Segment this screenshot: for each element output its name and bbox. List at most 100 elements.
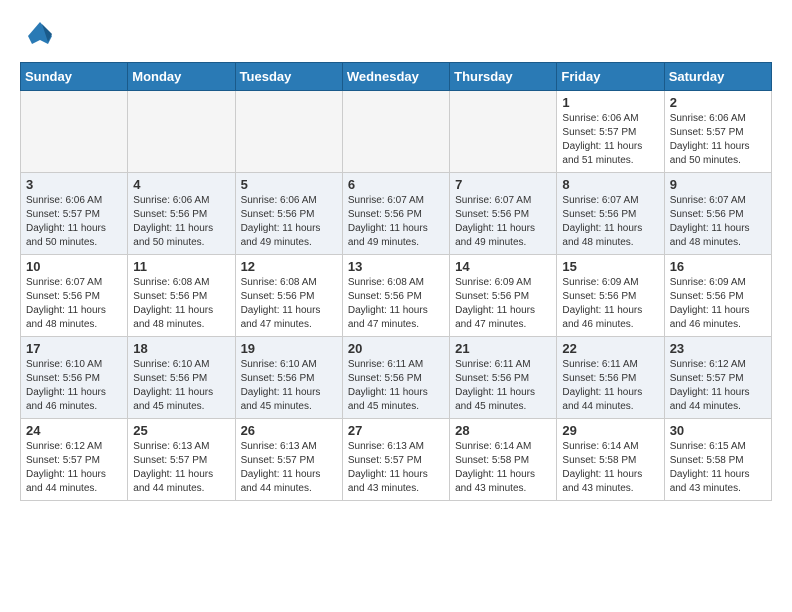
day-number: 25 xyxy=(133,423,229,438)
day-number: 28 xyxy=(455,423,551,438)
calendar-cell: 27 Sunrise: 6:13 AM Sunset: 5:57 PM Dayli… xyxy=(342,419,449,501)
day-info: Sunrise: 6:08 AM Sunset: 5:56 PM Dayligh… xyxy=(241,276,337,332)
weekday-header-monday: Monday xyxy=(128,63,235,91)
day-number: 24 xyxy=(26,423,122,438)
day-info: Sunrise: 6:09 AM Sunset: 5:56 PM Dayligh… xyxy=(455,276,551,332)
day-number: 12 xyxy=(241,259,337,274)
day-number: 26 xyxy=(241,423,337,438)
calendar-cell: 14 Sunrise: 6:09 AM Sunset: 5:56 PM Dayli… xyxy=(450,255,557,337)
day-number: 21 xyxy=(455,341,551,356)
day-number: 11 xyxy=(133,259,229,274)
calendar-week-2: 10 Sunrise: 6:07 AM Sunset: 5:56 PM Dayli… xyxy=(21,255,772,337)
calendar-cell: 26 Sunrise: 6:13 AM Sunset: 5:57 PM Dayli… xyxy=(235,419,342,501)
calendar-cell: 21 Sunrise: 6:11 AM Sunset: 5:56 PM Dayli… xyxy=(450,337,557,419)
calendar-cell xyxy=(235,91,342,173)
day-info: Sunrise: 6:10 AM Sunset: 5:56 PM Dayligh… xyxy=(26,358,122,414)
day-number: 10 xyxy=(26,259,122,274)
calendar-cell xyxy=(128,91,235,173)
logo xyxy=(20,16,60,52)
day-number: 19 xyxy=(241,341,337,356)
day-info: Sunrise: 6:11 AM Sunset: 5:56 PM Dayligh… xyxy=(562,358,658,414)
day-number: 23 xyxy=(670,341,766,356)
calendar-cell: 2 Sunrise: 6:06 AM Sunset: 5:57 PM Daylig… xyxy=(664,91,771,173)
day-info: Sunrise: 6:08 AM Sunset: 5:56 PM Dayligh… xyxy=(348,276,444,332)
weekday-header-row: SundayMondayTuesdayWednesdayThursdayFrid… xyxy=(21,63,772,91)
calendar-wrapper: SundayMondayTuesdayWednesdayThursdayFrid… xyxy=(0,62,792,511)
calendar-cell: 13 Sunrise: 6:08 AM Sunset: 5:56 PM Dayli… xyxy=(342,255,449,337)
day-number: 4 xyxy=(133,177,229,192)
calendar-cell: 19Sunrise: 6:10 AM Sunset: 5:56 PM Dayli… xyxy=(235,337,342,419)
day-info: Sunrise: 6:07 AM Sunset: 5:56 PM Dayligh… xyxy=(26,276,122,332)
day-info: Sunrise: 6:12 AM Sunset: 5:57 PM Dayligh… xyxy=(26,440,122,496)
day-number: 7 xyxy=(455,177,551,192)
weekday-header-sunday: Sunday xyxy=(21,63,128,91)
day-number: 8 xyxy=(562,177,658,192)
day-number: 3 xyxy=(26,177,122,192)
day-number: 13 xyxy=(348,259,444,274)
calendar-cell: 10 Sunrise: 6:07 AM Sunset: 5:56 PM Dayli… xyxy=(21,255,128,337)
day-number: 18 xyxy=(133,341,229,356)
calendar-table: SundayMondayTuesdayWednesdayThursdayFrid… xyxy=(20,62,772,501)
day-number: 1 xyxy=(562,95,658,110)
header xyxy=(0,0,792,62)
calendar-body: 1 Sunrise: 6:06 AM Sunset: 5:57 PM Daylig… xyxy=(21,91,772,501)
calendar-cell: 9 Sunrise: 6:07 AM Sunset: 5:56 PM Daylig… xyxy=(664,173,771,255)
calendar-week-4: 24 Sunrise: 6:12 AM Sunset: 5:57 PM Dayli… xyxy=(21,419,772,501)
calendar-cell: 3 Sunrise: 6:06 AM Sunset: 5:57 PM Daylig… xyxy=(21,173,128,255)
day-number: 30 xyxy=(670,423,766,438)
calendar-cell: 25 Sunrise: 6:13 AM Sunset: 5:57 PM Dayli… xyxy=(128,419,235,501)
day-info: Sunrise: 6:06 AM Sunset: 5:57 PM Dayligh… xyxy=(670,112,766,168)
calendar-cell: 18 Sunrise: 6:10 AM Sunset: 5:56 PM Dayli… xyxy=(128,337,235,419)
calendar-cell: 11Sunrise: 6:08 AM Sunset: 5:56 PM Dayli… xyxy=(128,255,235,337)
day-number: 16 xyxy=(670,259,766,274)
day-info: Sunrise: 6:06 AM Sunset: 5:57 PM Dayligh… xyxy=(26,194,122,250)
calendar-cell: 4Sunrise: 6:06 AM Sunset: 5:56 PM Daylig… xyxy=(128,173,235,255)
day-info: Sunrise: 6:07 AM Sunset: 5:56 PM Dayligh… xyxy=(670,194,766,250)
calendar-cell: 30 Sunrise: 6:15 AM Sunset: 5:58 PM Dayli… xyxy=(664,419,771,501)
day-number: 6 xyxy=(348,177,444,192)
day-number: 29 xyxy=(562,423,658,438)
calendar-cell: 23 Sunrise: 6:12 AM Sunset: 5:57 PM Dayli… xyxy=(664,337,771,419)
day-info: Sunrise: 6:12 AM Sunset: 5:57 PM Dayligh… xyxy=(670,358,766,414)
day-number: 17 xyxy=(26,341,122,356)
calendar-cell: 17 Sunrise: 6:10 AM Sunset: 5:56 PM Dayli… xyxy=(21,337,128,419)
page-container: SundayMondayTuesdayWednesdayThursdayFrid… xyxy=(0,0,792,511)
day-info: Sunrise: 6:13 AM Sunset: 5:57 PM Dayligh… xyxy=(348,440,444,496)
day-number: 2 xyxy=(670,95,766,110)
day-info: Sunrise: 6:14 AM Sunset: 5:58 PM Dayligh… xyxy=(455,440,551,496)
day-info: Sunrise: 6:07 AM Sunset: 5:56 PM Dayligh… xyxy=(562,194,658,250)
calendar-cell: 24 Sunrise: 6:12 AM Sunset: 5:57 PM Dayli… xyxy=(21,419,128,501)
day-info: Sunrise: 6:06 AM Sunset: 5:57 PM Dayligh… xyxy=(562,112,658,168)
day-info: Sunrise: 6:06 AM Sunset: 5:56 PM Dayligh… xyxy=(241,194,337,250)
weekday-header-thursday: Thursday xyxy=(450,63,557,91)
day-info: Sunrise: 6:10 AM Sunset: 5:56 PM Dayligh… xyxy=(133,358,229,414)
day-info: Sunrise: 6:13 AM Sunset: 5:57 PM Dayligh… xyxy=(241,440,337,496)
calendar-cell: 8 Sunrise: 6:07 AM Sunset: 5:56 PM Daylig… xyxy=(557,173,664,255)
day-info: Sunrise: 6:13 AM Sunset: 5:57 PM Dayligh… xyxy=(133,440,229,496)
calendar-week-0: 1 Sunrise: 6:06 AM Sunset: 5:57 PM Daylig… xyxy=(21,91,772,173)
weekday-header-tuesday: Tuesday xyxy=(235,63,342,91)
day-info: Sunrise: 6:14 AM Sunset: 5:58 PM Dayligh… xyxy=(562,440,658,496)
calendar-cell: 1 Sunrise: 6:06 AM Sunset: 5:57 PM Daylig… xyxy=(557,91,664,173)
day-number: 20 xyxy=(348,341,444,356)
day-info: Sunrise: 6:09 AM Sunset: 5:56 PM Dayligh… xyxy=(562,276,658,332)
calendar-cell xyxy=(450,91,557,173)
day-info: Sunrise: 6:11 AM Sunset: 5:56 PM Dayligh… xyxy=(455,358,551,414)
calendar-cell xyxy=(342,91,449,173)
calendar-cell: 22Sunrise: 6:11 AM Sunset: 5:56 PM Dayli… xyxy=(557,337,664,419)
day-info: Sunrise: 6:07 AM Sunset: 5:56 PM Dayligh… xyxy=(455,194,551,250)
calendar-cell xyxy=(21,91,128,173)
day-number: 27 xyxy=(348,423,444,438)
calendar-week-1: 3 Sunrise: 6:06 AM Sunset: 5:57 PM Daylig… xyxy=(21,173,772,255)
day-info: Sunrise: 6:09 AM Sunset: 5:56 PM Dayligh… xyxy=(670,276,766,332)
day-info: Sunrise: 6:07 AM Sunset: 5:56 PM Dayligh… xyxy=(348,194,444,250)
day-number: 15 xyxy=(562,259,658,274)
day-info: Sunrise: 6:15 AM Sunset: 5:58 PM Dayligh… xyxy=(670,440,766,496)
calendar-cell: 15 Sunrise: 6:09 AM Sunset: 5:56 PM Dayli… xyxy=(557,255,664,337)
day-number: 14 xyxy=(455,259,551,274)
calendar-header: SundayMondayTuesdayWednesdayThursdayFrid… xyxy=(21,63,772,91)
calendar-cell: 6 Sunrise: 6:07 AM Sunset: 5:56 PM Daylig… xyxy=(342,173,449,255)
calendar-week-3: 17 Sunrise: 6:10 AM Sunset: 5:56 PM Dayli… xyxy=(21,337,772,419)
day-number: 9 xyxy=(670,177,766,192)
calendar-cell: 5Sunrise: 6:06 AM Sunset: 5:56 PM Daylig… xyxy=(235,173,342,255)
